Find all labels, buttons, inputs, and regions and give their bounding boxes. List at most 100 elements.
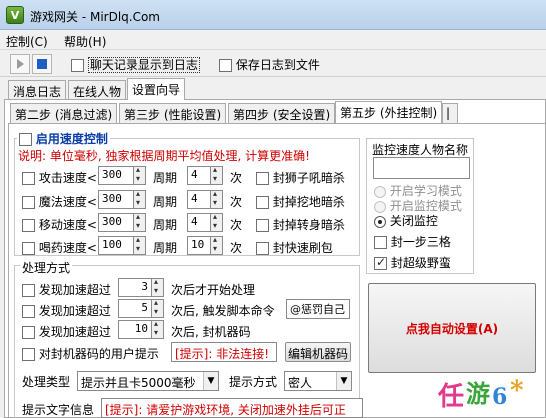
machine-hint-option[interactable]: 对封机器码的用户提示 [22,345,159,362]
handle-row-checkbox[interactable] [22,326,35,339]
monitor-off-option[interactable]: 关闭监控 [374,212,438,229]
speed-extra-label: 封快速刷包 [272,241,333,255]
menu-control[interactable]: 控制(C) [6,33,48,50]
monitor-title: 监控速度人物名称 [372,143,469,157]
script-command-input[interactable]: @惩罚自己 [286,299,350,319]
machine-hint-input[interactable]: [提示]: 非法连接! [171,342,277,362]
period-label: 周期 [153,195,178,209]
speed-row-checkbox[interactable] [22,219,35,232]
three-step-option[interactable]: 封一步三格 [374,233,451,250]
super-barbarian-checkbox[interactable] [374,255,387,270]
stop-icon [37,59,47,69]
speed-row-label: 喝药速度< [38,241,97,255]
save-log-checkbox[interactable] [219,59,232,72]
handle-type-select[interactable]: 提示并且卡5000毫秒 ▼ [77,371,219,391]
speed-extra-checkbox[interactable] [256,219,269,232]
period-count-spinner[interactable] [211,189,223,209]
tab-setup-wizard[interactable]: 设置向导 [127,78,186,100]
period-count-spinner[interactable] [211,212,223,232]
save-log-option[interactable]: 保存日志到文件 [219,56,320,73]
speed-ms-spinner[interactable] [134,235,146,255]
speed-row-checkbox[interactable] [22,242,35,255]
machine-hint-checkbox[interactable] [22,348,35,361]
monitor-off-radio[interactable] [374,215,386,228]
speed-enable-checkbox[interactable] [19,133,32,146]
machine-hint-label: 对封机器码的用户提示 [38,347,159,361]
auto-setup-button[interactable]: 点我自动设置(A) [368,283,536,373]
app-icon: V [6,6,24,24]
menu-help[interactable]: 帮助(H) [64,33,106,50]
speed-row-option[interactable]: 魔法速度< [22,193,97,210]
period-count-spinner[interactable] [211,235,223,255]
speed-ms-spinner[interactable] [134,212,146,232]
speed-enable-option[interactable]: 启用速度控制 [17,130,110,147]
speed-row-option[interactable]: 攻击速度< [22,169,97,186]
handle-threshold-spinner[interactable] [152,319,164,339]
handle-threshold-input[interactable]: 5 [118,299,152,318]
handle-row-checkbox[interactable] [22,305,35,318]
speed-extra-option[interactable]: 封快速刷包 [256,239,333,256]
tab-scroll-right[interactable]: | [442,103,458,123]
watch-mode-radio[interactable] [374,200,386,213]
period-count-input[interactable]: 4 [187,166,211,185]
period-label: 周期 [153,241,178,255]
speed-extra-option[interactable]: 封狮子吼暗杀 [256,169,345,186]
handle-row-label: 发现加速超过 [38,304,111,318]
period-count-input[interactable]: 4 [187,190,211,209]
handle-threshold-input[interactable]: 3 [118,278,152,297]
tab-step-4[interactable]: 第四步 (安全设置) [228,103,336,123]
handle-type-value: 提示并且卡5000毫秒 [81,376,196,390]
speed-ms-input[interactable]: 100 [98,236,134,255]
speed-row-option[interactable]: 移动速度< [22,216,97,233]
handle-row-option[interactable]: 发现加速超过 [22,302,111,319]
menu-bar: 控制(C) 帮助(H) [0,30,546,50]
speed-extra-checkbox[interactable] [256,242,269,255]
period-label: 周期 [153,218,178,232]
learn-mode-label: 开启学习模式 [389,184,462,198]
speed-extra-option[interactable]: 封掉转身暗杀 [256,216,345,233]
handle-row-suffix: 次后才开始处理 [171,283,256,297]
chat-log-label: 聊天记录显示到日志 [87,57,200,73]
handle-threshold-input[interactable]: 10 [118,320,152,339]
edit-machine-button[interactable]: 编辑机器码 [285,342,351,362]
speed-row-checkbox[interactable] [22,196,35,209]
start-button[interactable] [10,54,30,74]
speed-extra-checkbox[interactable] [256,172,269,185]
toolbar: 聊天记录显示到日志 保存日志到文件 [0,51,546,77]
speed-row-checkbox[interactable] [22,172,35,185]
tab-step-2[interactable]: 第二步 (消息过滤) [10,103,118,123]
chevron-down-icon: ▼ [336,372,351,390]
handle-row-option[interactable]: 发现加速超过 [22,281,111,298]
speed-ms-input[interactable]: 300 [98,190,134,209]
speed-ms-input[interactable]: 300 [98,166,134,185]
tab-step-3[interactable]: 第三步 (性能设置) [119,103,227,123]
chat-log-option[interactable]: 聊天记录显示到日志 [71,56,200,73]
speed-ms-input[interactable]: 300 [98,213,134,232]
learn-mode-radio[interactable] [374,185,386,198]
chat-log-checkbox[interactable] [71,59,84,72]
chevron-down-icon: ▼ [203,372,218,390]
handle-threshold-spinner[interactable] [152,277,164,297]
super-barbarian-option[interactable]: 封超级野蛮 [374,254,451,271]
speed-ms-spinner[interactable] [134,189,146,209]
tab-step-5[interactable]: 第五步 (外挂控制) [335,101,443,123]
speed-ms-spinner[interactable] [134,165,146,185]
hint-text-input[interactable]: [提示]: 请爱护游戏环境, 关闭加速外挂后可正 [101,398,363,418]
handle-row-option[interactable]: 发现加速超过 [22,323,111,340]
speed-extra-option[interactable]: 封掉挖地暗杀 [256,193,345,210]
speed-row-option[interactable]: 喝药速度< [22,239,97,256]
hint-mode-select[interactable]: 密人 ▼ [284,371,352,391]
three-step-checkbox[interactable] [374,236,387,249]
period-count-spinner[interactable] [211,165,223,185]
handle-row-checkbox[interactable] [22,284,35,297]
stop-button[interactable] [32,54,52,74]
handle-threshold-spinner[interactable] [152,298,164,318]
monitor-name-list[interactable] [373,157,470,179]
speed-extra-label: 封狮子吼暗杀 [272,171,345,185]
tab-message-log[interactable]: 消息日志 [8,80,67,100]
tab-online-players[interactable]: 在线人物 [68,80,127,100]
count-unit: 次 [230,218,243,232]
period-count-input[interactable]: 4 [187,213,211,232]
period-count-input[interactable]: 10 [187,236,211,255]
speed-extra-checkbox[interactable] [256,196,269,209]
